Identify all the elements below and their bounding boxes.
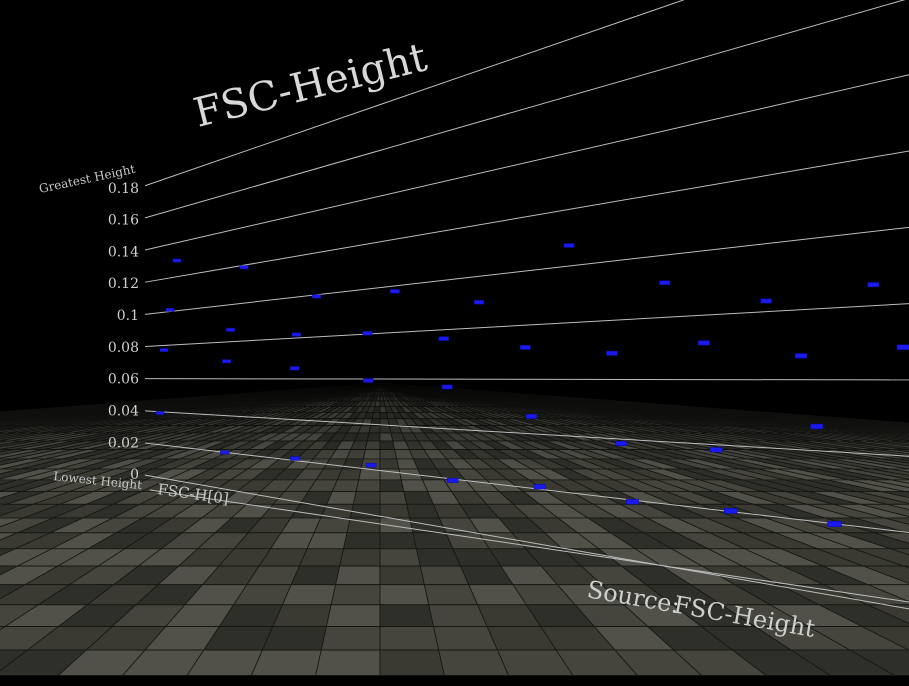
- bar: [897, 344, 909, 350]
- floor-tile: [379, 503, 411, 519]
- bar: [362, 331, 373, 336]
- bar: [363, 378, 374, 383]
- floor-tile: [423, 584, 479, 606]
- floor-tile: [250, 649, 322, 676]
- y-tick-label: 0.02: [108, 435, 139, 451]
- floor-tile: [352, 491, 381, 505]
- bar: [723, 508, 738, 514]
- floor-tile: [330, 584, 381, 606]
- bar: [810, 423, 824, 430]
- bar: [697, 340, 710, 346]
- bar: [441, 384, 453, 390]
- floor-tile: [433, 626, 499, 651]
- bar: [239, 265, 249, 270]
- floor-tile: [306, 532, 348, 550]
- floor-tile: [315, 649, 381, 676]
- bar: [615, 440, 628, 447]
- floor-tile: [379, 491, 408, 505]
- floor-tile: [290, 565, 341, 586]
- y-tick-label: 0.14: [108, 244, 139, 260]
- floor-tile: [343, 532, 381, 550]
- floor-tile: [379, 626, 440, 651]
- y-tick-label: 0.08: [108, 340, 139, 356]
- bar: [365, 462, 377, 468]
- floor-tile: [379, 548, 421, 567]
- fsc-height-3d-chart: 00.020.040.060.080.10.120.140.160.18 Gre…: [0, 0, 909, 686]
- floor-tile: [335, 565, 381, 586]
- bar: [446, 478, 459, 483]
- bar: [155, 411, 165, 415]
- bar: [290, 456, 301, 461]
- floor-tile: [379, 532, 417, 550]
- floor-tile: [326, 491, 357, 505]
- floor-tile: [325, 604, 381, 627]
- bar: [519, 345, 531, 350]
- y-tick-label: 0.1: [117, 308, 139, 324]
- bar: [626, 499, 639, 505]
- floor-tile: [313, 517, 351, 534]
- bar: [474, 300, 485, 305]
- bar: [159, 348, 169, 352]
- bar: [291, 332, 302, 337]
- bar: [867, 282, 880, 288]
- bar: [390, 289, 400, 294]
- y-tick-label: 0.16: [108, 213, 139, 229]
- bar: [659, 280, 671, 286]
- y-tick-label: 0.06: [108, 372, 139, 388]
- floor-tile: [261, 626, 327, 651]
- bar: [172, 258, 182, 263]
- bar: [563, 243, 575, 248]
- floor-tile: [281, 584, 337, 606]
- bar: [525, 414, 538, 419]
- floor-tile: [320, 626, 381, 651]
- floor-tile: [428, 604, 488, 627]
- bar: [760, 298, 772, 304]
- bar: [438, 336, 449, 341]
- floor-tile: [379, 517, 414, 534]
- y-tick-label: 0.18: [108, 181, 139, 197]
- y-tick-label: 0.12: [108, 276, 139, 292]
- floor-tile: [355, 479, 381, 493]
- bar: [226, 327, 236, 332]
- y-tick-label: 0.04: [108, 403, 139, 419]
- floor-tile: [298, 548, 345, 567]
- bar: [533, 484, 546, 490]
- floor-tile: [379, 584, 430, 606]
- bar: [220, 450, 230, 455]
- floor-tile: [339, 548, 381, 567]
- bar: [289, 366, 300, 371]
- floor-tile: [379, 604, 435, 627]
- floor-tile: [379, 479, 405, 493]
- floor-tile: [272, 604, 332, 627]
- bar: [311, 294, 322, 299]
- bar: [606, 350, 618, 356]
- floor-fog: [0, 380, 909, 470]
- bar: [827, 520, 842, 527]
- floor-tile: [379, 565, 425, 586]
- floor-tile: [379, 649, 445, 676]
- bar: [710, 447, 723, 453]
- bar: [165, 307, 175, 312]
- floor-tile: [438, 649, 510, 676]
- bar: [222, 359, 232, 364]
- bar: [794, 353, 808, 359]
- floor-tile: [331, 479, 360, 493]
